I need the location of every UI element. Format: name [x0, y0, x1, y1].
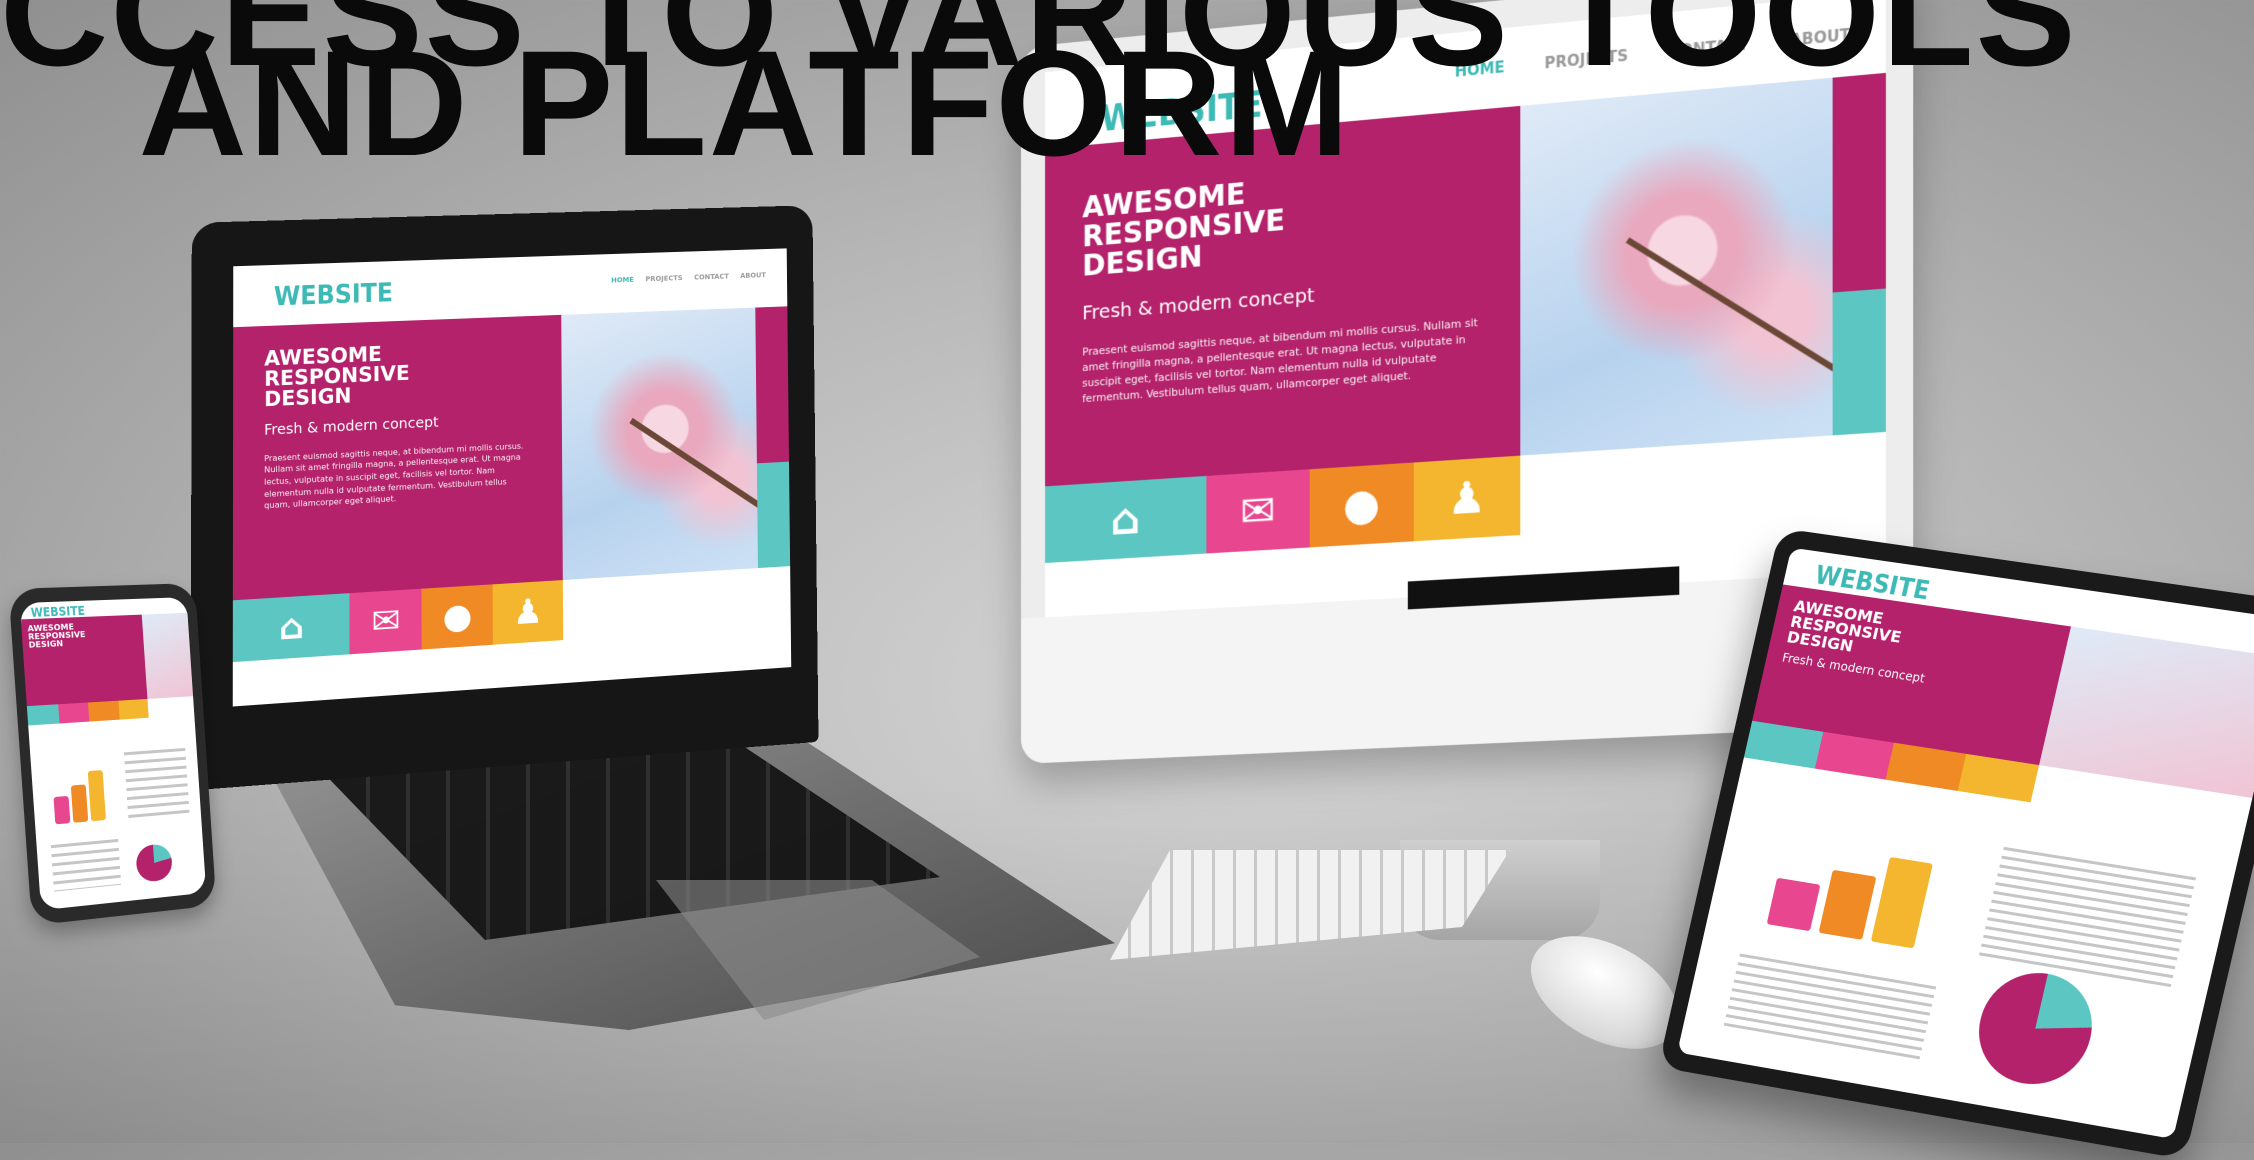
nav-projects[interactable]: PROJECTS [645, 274, 682, 283]
bar-graphic [1766, 841, 1934, 949]
website-mockup: WEBSITE HOME PROJECTS CONTACT ABOUT AWES… [232, 248, 792, 707]
hero-title: AWESOME RESPONSIVE DESIGN [264, 341, 410, 412]
phone-stats-section [29, 730, 207, 911]
nav-home[interactable]: HOME [611, 276, 634, 285]
globe-icon[interactable]: ● [421, 584, 493, 650]
hero-section: AWESOME RESPONSIVE DESIGN Fresh & modern… [232, 306, 791, 601]
tablet-screen: WEBSITE AWESOME RESPONSIVE DESIGN Fresh … [1677, 547, 2254, 1139]
user-icon[interactable]: ♟ [492, 579, 564, 645]
cherry-blossom-photo [1520, 72, 1886, 456]
pie-graphic [1967, 965, 2104, 1094]
mail-icon[interactable]: ✉ [1206, 469, 1310, 554]
home-icon[interactable]: ⌂ [232, 592, 350, 663]
laptop-screen: WEBSITE HOME PROJECTS CONTACT ABOUT AWES… [232, 248, 792, 707]
nav-about[interactable]: ABOUT [740, 271, 766, 280]
hero-title: AWESOME RESPONSIVE DESIGN [27, 622, 86, 651]
hero-body: Praesent euismod sagittis neque, at bibe… [264, 441, 524, 511]
website-mockup: WEBSITE AWESOME RESPONSIVE DESIGN Fresh … [1677, 547, 2254, 1139]
globe-icon[interactable]: ● [1309, 462, 1414, 548]
home-icon[interactable]: ⌂ [1045, 476, 1207, 563]
mail-icon[interactable]: ✉ [349, 588, 422, 655]
website-logo: WEBSITE [273, 277, 393, 313]
headline-line-2: AND PLATFORM [138, 19, 1352, 187]
user-icon[interactable]: ♟ [1413, 455, 1521, 542]
hero-body: Praesent euismod sagittis neque, at bibe… [1082, 316, 1478, 406]
website-mockup: WEBSITE AWESOME RESPONSIVE DESIGN [19, 597, 207, 911]
hero-subtitle: Fresh & modern concept [264, 415, 439, 440]
bar-graphic [52, 770, 107, 825]
nav-contact[interactable]: CONTACT [694, 272, 729, 281]
laptop-lid: WEBSITE HOME PROJECTS CONTACT ABOUT AWES… [190, 205, 819, 791]
website-nav: HOME PROJECTS CONTACT ABOUT [611, 271, 766, 284]
phone-screen: WEBSITE AWESOME RESPONSIVE DESIGN [19, 597, 207, 911]
hero-panel: AWESOME RESPONSIVE DESIGN Fresh & modern… [232, 315, 563, 601]
pie-graphic [134, 842, 174, 884]
smartphone: WEBSITE AWESOME RESPONSIVE DESIGN [8, 583, 217, 926]
